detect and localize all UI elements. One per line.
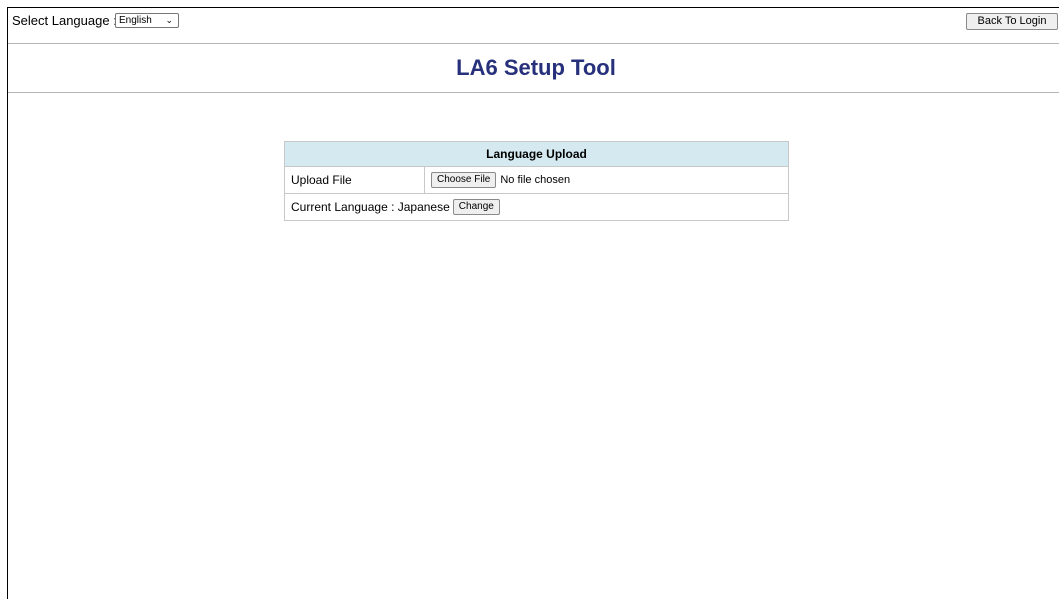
language-select[interactable]: English ⌄ [115,13,179,28]
page-title: LA6 Setup Tool [456,55,616,80]
language-upload-panel: Language Upload Upload File Choose File … [284,141,789,221]
file-status-text: No file chosen [500,174,571,186]
upload-file-label: Upload File [285,167,425,193]
top-bar: Select Language : English ⌄ [12,10,1059,34]
page-frame [7,7,1059,599]
upload-file-row: Upload File Choose File No file chosen [285,167,788,194]
choose-file-button[interactable]: Choose File [431,172,497,188]
current-language-row: Current Language : Japanese Change [285,194,788,220]
panel-heading: Language Upload [285,142,788,167]
change-button[interactable]: Change [452,199,500,215]
chevron-down-icon: ⌄ [165,15,173,25]
select-language-label: Select Language : [12,13,117,28]
divider-top [8,43,1059,44]
language-select-value: English [119,15,152,26]
divider-bottom [8,92,1059,93]
back-to-login-button[interactable]: Back To Login [966,13,1058,30]
upload-file-control: Choose File No file chosen [425,172,570,188]
current-language-cell: Current Language : Japanese Change [285,199,500,215]
current-language-label: Current Language : Japanese [291,200,450,214]
